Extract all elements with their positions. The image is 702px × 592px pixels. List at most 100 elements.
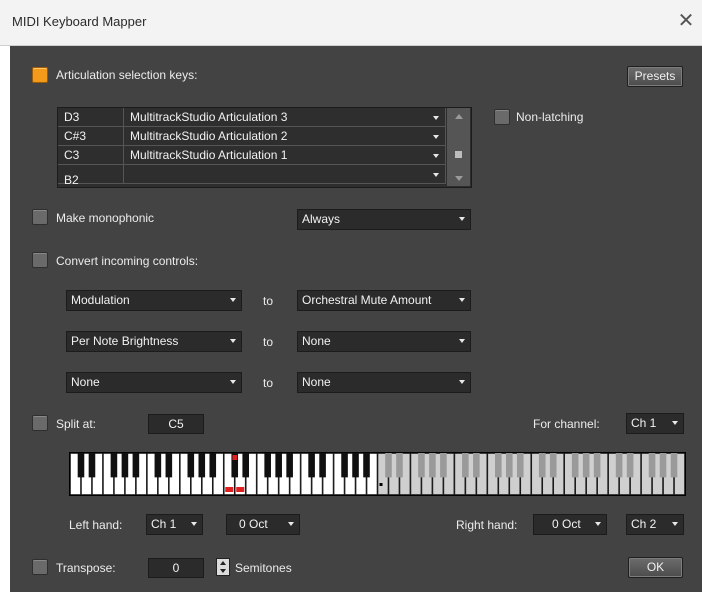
black-key[interactable] [615,453,623,478]
black-key[interactable] [462,453,469,478]
semitones-label: Semitones [235,561,292,575]
transpose-value-field[interactable]: 0 [148,558,204,578]
black-key[interactable] [264,453,271,478]
for-channel-select[interactable]: Ch 1 [626,413,684,434]
split-note-field[interactable]: C5 [148,414,204,434]
chevron-down-icon [433,116,439,120]
monophonic-mode-select[interactable]: Always [297,209,471,230]
black-key[interactable] [659,453,667,478]
black-key[interactable] [571,453,579,478]
articulation-cell[interactable]: MultitrackStudio Articulation 1 [124,146,446,165]
articulation-cell[interactable] [124,165,446,184]
left-octave-select[interactable]: 0 Oct [226,514,300,535]
table-row[interactable]: C#3 MultitrackStudio Articulation 2 [58,127,446,146]
close-icon[interactable]: ✕ [676,9,696,33]
black-key[interactable] [154,453,162,478]
black-key[interactable] [209,453,217,478]
black-key[interactable] [88,453,96,478]
key-cell[interactable]: B2 [58,165,124,187]
black-key[interactable] [319,453,326,478]
transpose-checkbox[interactable] [32,559,48,575]
spin-down-icon[interactable] [220,569,226,573]
articulation-name: MultitrackStudio Articulation 1 [130,148,288,162]
table-row[interactable]: D3 MultitrackStudio Articulation 3 [58,108,446,127]
convert-from-value: None [71,375,100,389]
black-key[interactable] [516,453,524,478]
presets-button[interactable]: Presets [627,66,683,87]
black-key[interactable] [440,453,447,478]
articulation-table: D3 MultitrackStudio Articulation 3 C#3 M… [57,107,472,188]
ok-button[interactable]: OK [628,557,683,578]
convert-to-select[interactable]: None [297,331,471,352]
to-label: to [263,376,274,390]
black-key[interactable] [626,453,634,478]
convert-checkbox[interactable] [32,252,48,268]
transpose-label: Transpose: [56,561,116,575]
black-key[interactable] [363,453,370,478]
black-key[interactable] [473,453,480,478]
black-key[interactable] [165,453,173,478]
black-key[interactable] [429,453,436,478]
convert-from-select[interactable]: Per Note Brightness [66,331,242,352]
black-key[interactable] [187,453,195,478]
left-hand-label: Left hand: [69,518,123,532]
black-key[interactable] [77,453,85,478]
black-key[interactable] [341,453,348,478]
black-key[interactable] [593,453,601,478]
black-key[interactable] [308,453,315,478]
chevron-down-icon [672,522,678,526]
black-key[interactable] [538,453,546,478]
non-latching-checkbox[interactable] [494,109,510,125]
left-channel-select[interactable]: Ch 1 [146,514,203,535]
key-cell[interactable]: D3 [58,108,124,127]
convert-label: Convert incoming controls: [56,254,199,268]
convert-from-value: Per Note Brightness [71,334,179,348]
black-key[interactable] [396,453,403,478]
spin-up-icon[interactable] [220,561,226,565]
black-key[interactable] [385,453,392,478]
convert-to-select[interactable]: Orchestral Mute Amount [297,290,471,311]
scroll-thumb[interactable] [455,151,462,158]
monophonic-checkbox[interactable] [32,209,48,225]
key-cell[interactable]: C#3 [58,127,124,146]
articulation-checkbox[interactable] [32,67,48,83]
black-key[interactable] [121,453,129,478]
articulation-cell[interactable]: MultitrackStudio Articulation 2 [124,127,446,146]
piano-keyboard[interactable] [69,452,686,496]
piano-keys[interactable] [70,453,685,495]
scroll-up-icon[interactable] [455,114,463,119]
black-key[interactable] [505,453,513,478]
black-key[interactable] [275,453,282,478]
articulation-cell[interactable]: MultitrackStudio Articulation 3 [124,108,446,127]
black-key[interactable] [198,453,206,478]
convert-to-select[interactable]: None [297,372,471,393]
black-key[interactable] [242,453,250,478]
key-cell[interactable]: C3 [58,146,124,165]
table-row[interactable]: C3 MultitrackStudio Articulation 1 [58,146,446,165]
black-key[interactable] [286,453,293,478]
articulation-name: MultitrackStudio Articulation 2 [130,129,288,143]
black-key[interactable] [582,453,590,478]
black-key[interactable] [495,453,502,478]
table-row[interactable]: B2 [58,165,446,187]
black-key[interactable] [132,453,140,478]
split-checkbox[interactable] [32,415,48,431]
highlight-marker [236,487,245,492]
right-channel-select[interactable]: Ch 2 [626,514,684,535]
black-key[interactable] [418,453,425,478]
right-octave-select[interactable]: 0 Oct [533,514,607,535]
highlight-marker [232,455,238,460]
black-key[interactable] [352,453,359,478]
chevron-down-icon [459,380,465,384]
black-key[interactable] [670,453,678,478]
transpose-spinner[interactable] [216,558,230,576]
scroll-down-icon[interactable] [455,176,463,181]
chevron-down-icon [433,135,439,139]
black-key[interactable] [549,453,557,478]
black-key[interactable] [110,453,118,478]
table-scrollbar[interactable] [447,108,470,186]
convert-from-select[interactable]: Modulation [66,290,242,311]
convert-from-select[interactable]: None [66,372,242,393]
black-key[interactable] [648,453,656,478]
convert-from-value: Modulation [71,293,130,307]
